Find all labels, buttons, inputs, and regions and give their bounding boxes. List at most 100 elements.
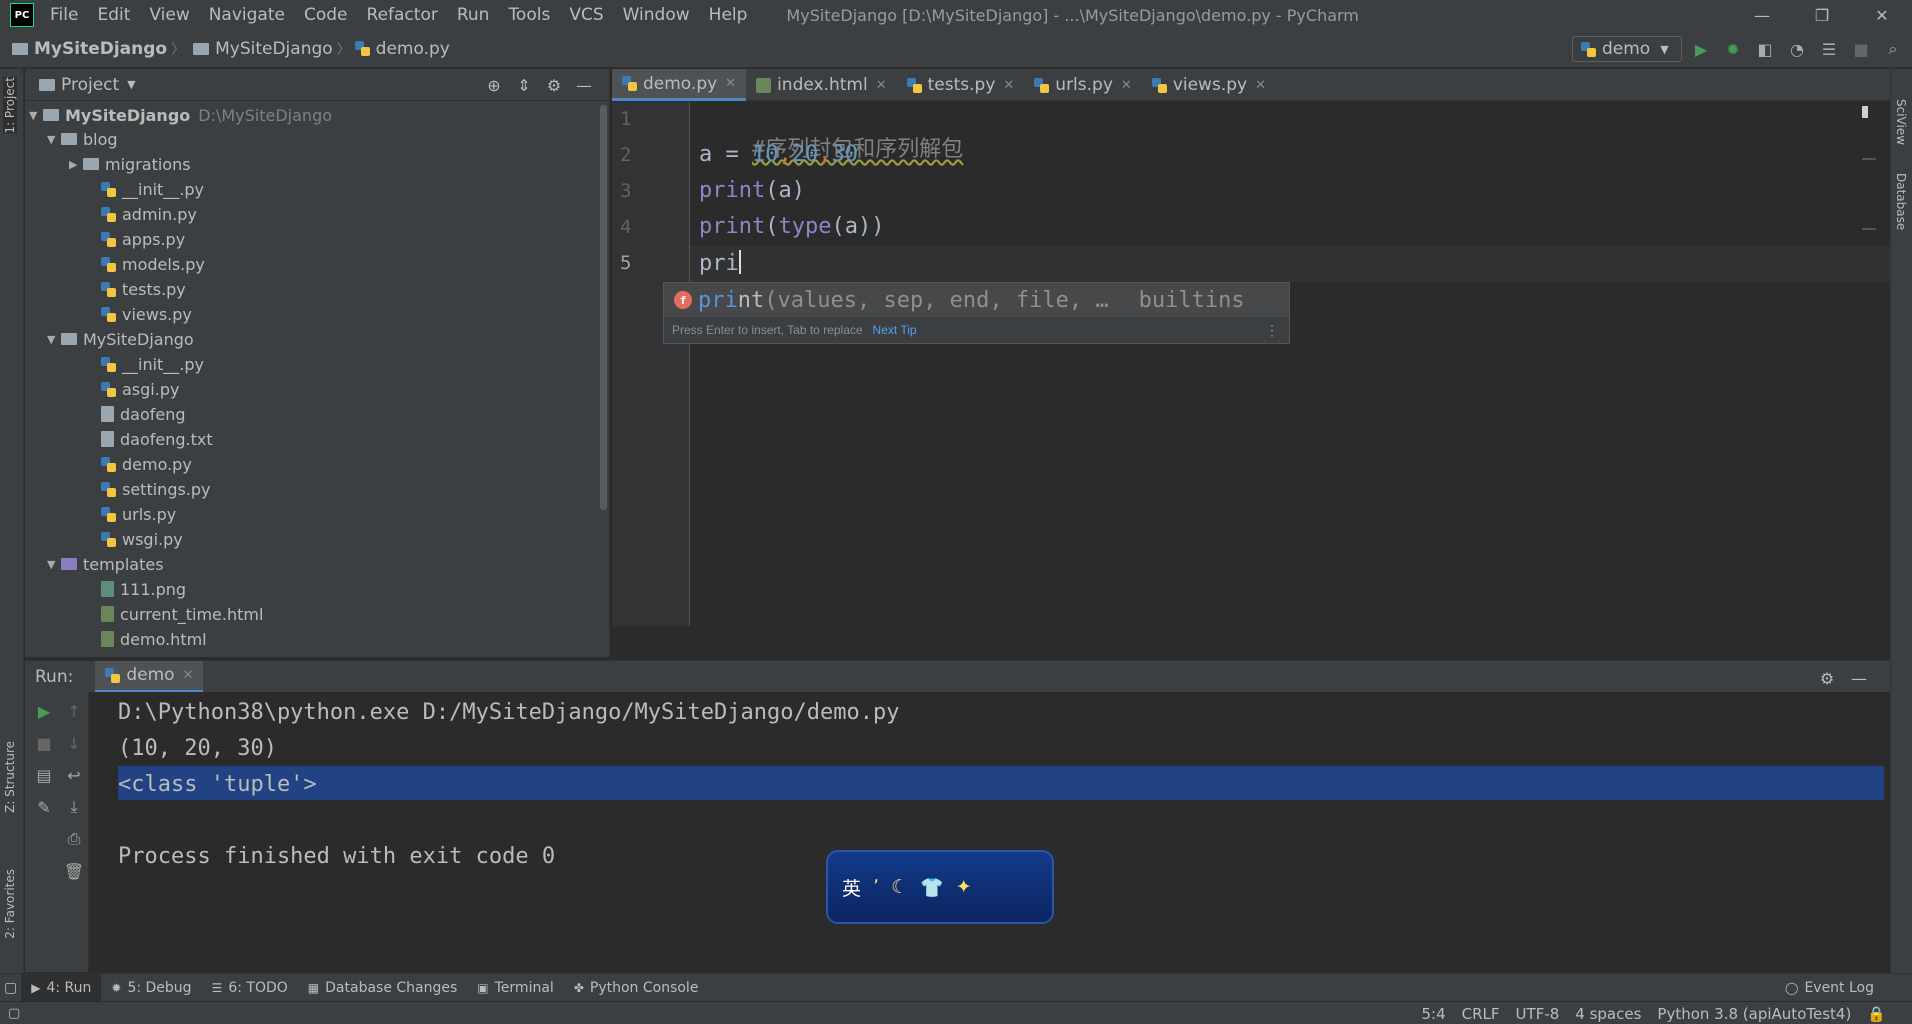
gear-icon[interactable]: ⚙ xyxy=(1816,667,1838,689)
completion-item[interactable]: f pri nt (values, sep, end, file, … builtin… xyxy=(664,283,1289,317)
hide-panel-icon[interactable]: — xyxy=(1848,667,1870,689)
expand-arrow-icon[interactable]: ▼ xyxy=(29,109,43,122)
code-editor[interactable]: 1 2 3 4 5 #序列封包和序列解包 a = 10,20,30 print(… xyxy=(612,102,1890,626)
expand-arrow-icon[interactable]: ▼ xyxy=(47,333,61,346)
menu-edit[interactable]: Edit xyxy=(97,5,130,25)
tool-todo-button[interactable]: ☰ 6: TODO xyxy=(202,974,298,1002)
stop-icon[interactable]: ■ xyxy=(33,732,55,754)
profile-icon[interactable]: ◔ xyxy=(1786,38,1808,60)
breadcrumb-project[interactable]: MySiteDjango xyxy=(34,39,167,59)
run-console[interactable]: D:\Python38\python.exe D:/MySiteDjango/M… xyxy=(90,692,1890,972)
stripe-database-button[interactable]: Database xyxy=(1894,173,1908,230)
close-icon[interactable]: ✕ xyxy=(1003,78,1014,93)
tool-terminal-button[interactable]: ▣ Terminal xyxy=(467,974,564,1002)
tree-item-migrations[interactable]: ▶ migrations xyxy=(69,152,191,176)
menu-refactor[interactable]: Refactor xyxy=(367,5,438,25)
hide-panel-icon[interactable]: — xyxy=(573,74,595,96)
stop-icon[interactable]: ■ xyxy=(1850,38,1872,60)
tree-item-file[interactable]: current_time.html xyxy=(101,602,263,626)
tree-item-mysitedjango[interactable]: ▼ MySiteDjango xyxy=(47,327,194,351)
stripe-structure-button[interactable]: Z: Structure xyxy=(3,741,17,813)
scroll-to-end-icon[interactable]: ⤓ xyxy=(63,796,85,818)
tool-debug-button[interactable]: ✹ 5: Debug xyxy=(101,974,201,1002)
error-stripe-mark[interactable] xyxy=(1862,228,1876,230)
down-arrow-icon[interactable]: ↓ xyxy=(63,732,85,754)
inspection-status-icon[interactable] xyxy=(1862,106,1868,118)
project-view-select[interactable]: Project xyxy=(61,75,119,95)
close-icon[interactable]: ✕ xyxy=(1255,78,1266,93)
stripe-project-button[interactable]: 1: Project xyxy=(3,77,17,134)
lock-icon[interactable]: 🔒 xyxy=(1867,1005,1886,1023)
file-encoding[interactable]: UTF-8 xyxy=(1516,1005,1560,1023)
rerun-icon[interactable]: ▶ xyxy=(33,700,55,722)
menu-help[interactable]: Help xyxy=(709,5,748,25)
tree-item-file[interactable]: apps.py xyxy=(101,227,185,251)
error-stripe-mark[interactable] xyxy=(1862,158,1876,160)
tree-item-file[interactable]: views.py xyxy=(101,302,192,326)
project-scrollbar[interactable] xyxy=(600,105,607,510)
tree-item-file[interactable]: __init__.py xyxy=(101,352,204,376)
event-log-button[interactable]: ◯ Event Log xyxy=(1775,974,1884,1002)
search-icon[interactable]: ⌕ xyxy=(1882,38,1904,60)
locate-file-icon[interactable]: ⊕ xyxy=(483,74,505,96)
chevron-down-icon[interactable]: ▼ xyxy=(127,78,135,91)
soft-wrap-icon[interactable]: ↩ xyxy=(63,764,85,786)
close-icon[interactable]: ✕ xyxy=(183,668,194,683)
menu-code[interactable]: Code xyxy=(304,5,348,25)
tree-item-file[interactable]: urls.py xyxy=(101,502,176,526)
tree-item-file[interactable]: 111.png xyxy=(101,577,186,601)
ime-widget[interactable]: 英 ʼ ☾ 👕 ✦ xyxy=(826,850,1054,924)
indent-setting[interactable]: 4 spaces xyxy=(1575,1005,1641,1023)
tool-run-button[interactable]: ▶ 4: Run xyxy=(21,973,102,1002)
stripe-sciview-button[interactable]: SciView xyxy=(1894,99,1908,145)
minimize-button[interactable]: — xyxy=(1732,0,1792,30)
tree-item-file[interactable]: demo.html xyxy=(101,627,207,651)
debug-icon[interactable]: ✹ xyxy=(1722,38,1744,60)
tree-item-file[interactable]: settings.py xyxy=(101,477,211,501)
tree-item-file[interactable]: tests.py xyxy=(101,277,186,301)
run-tab-demo[interactable]: demo ✕ xyxy=(95,660,204,693)
tab-index-html[interactable]: index.html ✕ xyxy=(746,69,897,101)
expand-arrow-icon[interactable]: ▼ xyxy=(47,133,61,146)
run-icon[interactable]: ▶ xyxy=(1690,38,1712,60)
close-icon[interactable]: ✕ xyxy=(1121,78,1132,93)
menu-vcs[interactable]: VCS xyxy=(569,5,603,25)
run-configuration-select[interactable]: demo ▼ xyxy=(1572,36,1682,62)
tree-item-file[interactable]: demo.py xyxy=(101,452,192,476)
tool-database-changes-button[interactable]: ▦ Database Changes xyxy=(298,974,468,1002)
caret-position[interactable]: 5:4 xyxy=(1422,1005,1446,1023)
tree-item-file[interactable]: __init__.py xyxy=(101,177,204,201)
next-tip-link[interactable]: Next Tip xyxy=(873,323,917,337)
breadcrumb-folder[interactable]: MySiteDjango xyxy=(215,39,333,59)
ime-mode-label[interactable]: 英 xyxy=(842,874,861,901)
collapse-all-icon[interactable]: ⇕ xyxy=(513,74,535,96)
tree-item-file[interactable]: models.py xyxy=(101,252,205,276)
tab-urls-py[interactable]: urls.py ✕ xyxy=(1024,69,1142,101)
gear-icon[interactable]: ⚙ xyxy=(543,74,565,96)
up-arrow-icon[interactable]: ↑ xyxy=(63,700,85,722)
close-icon[interactable]: ✕ xyxy=(876,78,887,93)
tree-item-file[interactable]: asgi.py xyxy=(101,377,179,401)
toggle-tool-windows-icon[interactable]: ▢ xyxy=(8,1006,20,1021)
menu-view[interactable]: View xyxy=(149,5,189,25)
pin-icon[interactable]: ✎ xyxy=(33,796,55,818)
python-interpreter[interactable]: Python 3.8 (apiAutoTest4) xyxy=(1657,1005,1851,1023)
collapse-arrow-icon[interactable]: ▶ xyxy=(69,158,83,171)
tab-demo-py[interactable]: demo.py ✕ xyxy=(612,69,747,101)
tree-item-file[interactable]: wsgi.py xyxy=(101,527,183,551)
menu-run[interactable]: Run xyxy=(457,5,490,25)
menu-file[interactable]: File xyxy=(50,5,78,25)
tree-item-file[interactable]: daofeng xyxy=(101,402,186,426)
tree-root[interactable]: ▼ MySiteDjango D:\MySiteDjango xyxy=(29,103,332,127)
tab-tests-py[interactable]: tests.py ✕ xyxy=(897,69,1025,101)
menu-navigate[interactable]: Navigate xyxy=(209,5,285,25)
tree-item-file[interactable]: admin.py xyxy=(101,202,197,226)
build-icon[interactable]: ☰ xyxy=(1818,38,1840,60)
close-window-button[interactable]: ✕ xyxy=(1852,0,1912,30)
menu-window[interactable]: Window xyxy=(623,5,690,25)
tab-views-py[interactable]: views.py ✕ xyxy=(1142,69,1276,101)
line-separator[interactable]: CRLF xyxy=(1462,1005,1500,1023)
layout-icon[interactable]: ▤ xyxy=(33,764,55,786)
menu-tools[interactable]: Tools xyxy=(508,5,550,25)
tree-item-templates[interactable]: ▼ templates xyxy=(47,552,164,576)
